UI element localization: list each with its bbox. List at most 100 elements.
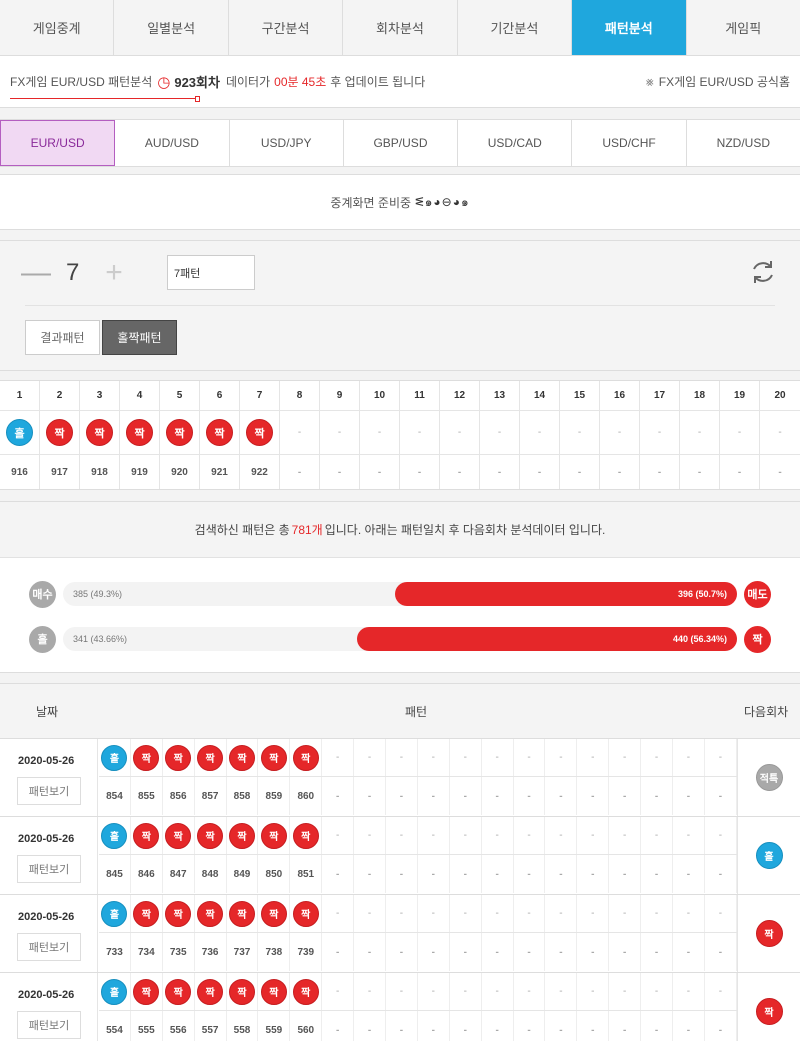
view-pattern-button[interactable]: 패턴보기 <box>17 777 81 805</box>
clock-icon: ◷ <box>157 73 171 91</box>
top-tab-7[interactable]: 게임픽 <box>687 0 800 55</box>
history-ball-cell: 짝 <box>131 895 163 932</box>
history-ball-cell: - <box>322 973 355 1010</box>
empty-dash: - <box>559 752 563 763</box>
empty-dash: - <box>559 908 563 919</box>
grid-ball-cell: - <box>760 411 800 454</box>
empty-dash: - <box>463 868 467 880</box>
even-ball-icon: 짝 <box>165 900 192 927</box>
empty-dash: - <box>336 908 340 919</box>
history-row: 2020-05-26 패턴보기 홀 짝 짝 짝 짝 짝 짝 - - - - - - - - - - - - -845 846… <box>0 817 800 895</box>
history-ball-cell: - <box>354 895 387 932</box>
empty-dash: - <box>457 466 462 478</box>
history-number-cell: 859 <box>258 777 291 815</box>
empty-dash: - <box>654 908 659 919</box>
history-ball-cell: - <box>450 817 482 854</box>
history-number-cell: - <box>482 933 514 971</box>
history-row: 2020-05-26 패턴보기 홀 짝 짝 짝 짝 짝 짝 - - - - - - - - - - - - -854 855… <box>0 739 800 817</box>
history-ball-cell: - <box>577 973 610 1010</box>
empty-dash: - <box>367 1024 372 1036</box>
history-ball-cell: - <box>482 895 514 932</box>
grid-header-cell: 5 <box>160 381 200 410</box>
history-ball-cell: - <box>545 817 578 854</box>
oddeven-pattern-button[interactable]: 홀짝패턴 <box>102 320 177 355</box>
decrease-button[interactable]: — <box>21 256 51 289</box>
empty-dash: - <box>778 466 782 478</box>
empty-dash: - <box>367 908 372 919</box>
history-number-cell: - <box>545 1011 578 1041</box>
history-ball-cell: - <box>705 973 737 1010</box>
history-number-cell: - <box>450 1011 482 1041</box>
history-number-cell: - <box>322 855 355 893</box>
currency-tab-aud-usd[interactable]: AUD/USD <box>115 120 230 166</box>
empty-dash: - <box>431 868 436 880</box>
grid-header-cell: 6 <box>200 381 240 410</box>
history-pattern-cells: 홀 짝 짝 짝 짝 짝 짝 - - - - - - - - - - - - -845 846 847 848 849 850 85… <box>99 817 737 894</box>
top-tab-4[interactable]: 회차분석 <box>343 0 458 55</box>
history-ball-cell: - <box>322 739 355 776</box>
history-ball-cell: 짝 <box>258 739 291 776</box>
info-prefix: FX게임 EUR/USD 패턴분석 <box>10 75 153 89</box>
grid-number-cell: - <box>280 455 320 489</box>
top-tab-3[interactable]: 구간분석 <box>229 0 344 55</box>
view-pattern-button[interactable]: 패턴보기 <box>17 933 81 961</box>
history-ball-row: 홀짝짝짝짝짝짝------------- <box>99 739 737 777</box>
info-bar: FX게임 EUR/USD 패턴분석 ◷ 923회차 데이터가 00분 45초 후… <box>0 56 800 108</box>
grid-number-cell: 919 <box>120 455 160 489</box>
empty-dash: - <box>591 1024 595 1036</box>
history-ball-cell: - <box>545 739 578 776</box>
empty-dash: - <box>336 752 340 763</box>
currency-tab-gbp-usd[interactable]: GBP/USD <box>344 120 459 166</box>
empty-dash: - <box>718 830 723 841</box>
history-next-cell: 적특 <box>737 739 800 816</box>
history-number-cell: 739 <box>290 933 323 971</box>
history-number-cell: - <box>641 1011 674 1041</box>
currency-tab-usd-jpy[interactable]: USD/JPY <box>230 120 344 166</box>
top-tab-5[interactable]: 기간분석 <box>458 0 573 55</box>
empty-dash: - <box>718 868 723 880</box>
history-number-cell: - <box>577 855 610 893</box>
history-number-cell: - <box>705 855 737 893</box>
history-ball-cell: - <box>322 817 355 854</box>
view-pattern-button[interactable]: 패턴보기 <box>17 855 81 883</box>
empty-dash: - <box>591 868 595 880</box>
empty-dash: - <box>336 790 340 802</box>
currency-tab-eur-usd[interactable]: EUR/USD <box>0 120 116 166</box>
empty-dash: - <box>657 466 662 478</box>
even-ball-icon: 짝 <box>229 900 255 927</box>
empty-dash: - <box>559 946 563 958</box>
top-tab-2[interactable]: 일별분석 <box>114 0 229 55</box>
currency-tab-usd-cad[interactable]: USD/CAD <box>458 120 573 166</box>
increase-button[interactable]: + <box>102 256 126 289</box>
currency-tab-usd-chf[interactable]: USD/CHF <box>572 120 687 166</box>
even-ball-icon: 짝 <box>166 419 193 446</box>
pattern-input[interactable] <box>167 255 255 290</box>
top-tab-1[interactable]: 게임중계 <box>0 0 115 55</box>
history-date-cell: 2020-05-26 패턴보기 <box>0 817 98 894</box>
grid-ball-cell: 짝 <box>160 411 200 454</box>
top-nav-tabs: 게임중계 일별분석 구간분석 회차분석 기간분석 패턴분석 게임픽 <box>0 0 800 56</box>
view-pattern-button[interactable]: 패턴보기 <box>17 1011 81 1039</box>
even-ball-icon: 짝 <box>126 419 153 446</box>
refresh-icon[interactable] <box>749 258 777 286</box>
empty-dash: - <box>527 868 531 880</box>
top-tab-6[interactable]: 패턴분석 <box>572 0 687 55</box>
currency-tab-nzd-usd[interactable]: NZD/USD <box>687 120 800 166</box>
right-stat-icon: 매도 <box>744 580 771 608</box>
history-ball-cell: 짝 <box>163 817 195 854</box>
grid-number-cell: - <box>720 455 760 489</box>
empty-dash: - <box>657 427 662 438</box>
empty-dash: - <box>297 466 302 478</box>
empty-dash: - <box>367 752 372 763</box>
result-pattern-button[interactable]: 결과패턴 <box>25 320 100 355</box>
empty-dash: - <box>718 908 723 919</box>
even-ball-icon: 짝 <box>260 978 287 1005</box>
history-ball-cell: 짝 <box>227 895 259 932</box>
left-stat-icon: 홀 <box>29 625 56 653</box>
empty-dash: - <box>495 908 499 919</box>
grid-header-cell: 14 <box>520 381 560 410</box>
history-ball-cell: - <box>673 973 705 1010</box>
history-number-row: 733 734 735 736 737 738 739 - - - - - - - - - - - - - <box>99 933 737 971</box>
official-site-link[interactable]: ⨳ FX게임 EUR/USD 공식홈 <box>646 73 790 90</box>
even-ball-icon: 짝 <box>197 822 224 849</box>
